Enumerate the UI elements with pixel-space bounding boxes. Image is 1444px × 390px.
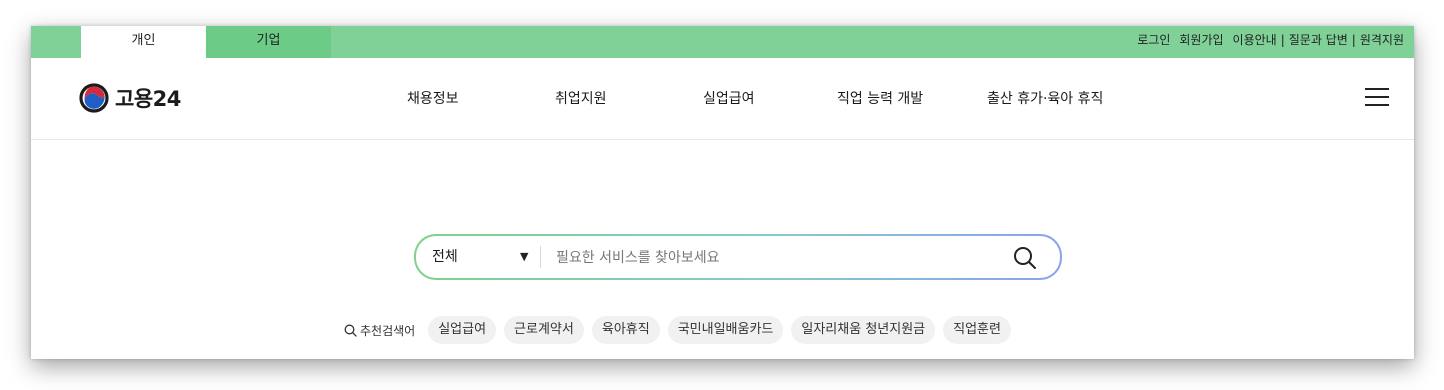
hamburger-menu-icon[interactable] [1365,88,1389,108]
nav-maternity-parental-leave[interactable]: 출산 휴가·육아 휴직 [987,88,1103,108]
signup-link[interactable]: 회원가입 [1179,33,1223,47]
link-separator: | [1280,33,1285,47]
nav-unemployment-benefit[interactable]: 실업급여 [703,88,755,108]
login-link[interactable]: 로그인 [1137,33,1170,47]
nav-vocational-training[interactable]: 직업 능력 개발 [837,88,923,108]
page-stage: 개인 기업 로그인 회원가입 이용안내 | 질문과 답변 | 원격지원 고용24 채용정보 … [0,0,1444,390]
search-button[interactable] [1012,245,1038,271]
keyword-chip[interactable]: 직업훈련 [943,316,1011,344]
guide-link[interactable]: 이용안내 [1233,33,1277,47]
recommended-label: 추천검색어 [344,322,415,339]
taegeuk-logo-icon [79,83,109,113]
link-separator: | [1351,33,1356,47]
tab-personal[interactable]: 개인 [81,26,206,58]
browser-viewport: 개인 기업 로그인 회원가입 이용안내 | 질문과 답변 | 원격지원 고용24 채용정보 … [31,26,1414,359]
tab-business[interactable]: 기업 [206,26,331,58]
search-bar: 전체 ▼ [414,234,1062,280]
chevron-down-icon[interactable]: ▼ [520,248,528,266]
nav-employment-support[interactable]: 취업지원 [555,88,607,108]
search-icon [344,324,357,337]
main-header: 고용24 채용정보 취업지원 실업급여 직업 능력 개발 출산 휴가·육아 휴직 [31,58,1414,140]
search-input[interactable] [554,242,998,274]
site-logo[interactable]: 고용24 [79,83,181,113]
keyword-chip[interactable]: 일자리채움 청년지원금 [791,316,936,344]
keyword-chip[interactable]: 육아휴직 [591,316,660,344]
logo-text: 고용24 [115,87,181,111]
search-scope-select[interactable]: 전체 [432,236,458,278]
recommended-keywords: 추천검색어 실업급여 근로계약서 육아휴직 국민내일배움카드 일자리채움 청년지… [344,316,1019,344]
top-utility-bar: 개인 기업 로그인 회원가입 이용안내 | 질문과 답변 | 원격지원 [31,26,1414,58]
search-inner: 전체 ▼ [416,236,1060,278]
keyword-chip[interactable]: 국민내일배움카드 [667,316,784,344]
utility-links: 로그인 회원가입 이용안내 | 질문과 답변 | 원격지원 [1137,26,1404,58]
search-icon [1014,247,1036,269]
keyword-chip[interactable]: 실업급여 [428,316,497,344]
remote-support-link[interactable]: 원격지원 [1360,33,1404,47]
search-divider [540,246,541,268]
nav-job-info[interactable]: 채용정보 [407,88,459,108]
recommended-label-text: 추천검색어 [360,323,416,338]
keyword-chip[interactable]: 근로계약서 [504,316,584,344]
qna-link[interactable]: 질문과 답변 [1289,33,1348,47]
